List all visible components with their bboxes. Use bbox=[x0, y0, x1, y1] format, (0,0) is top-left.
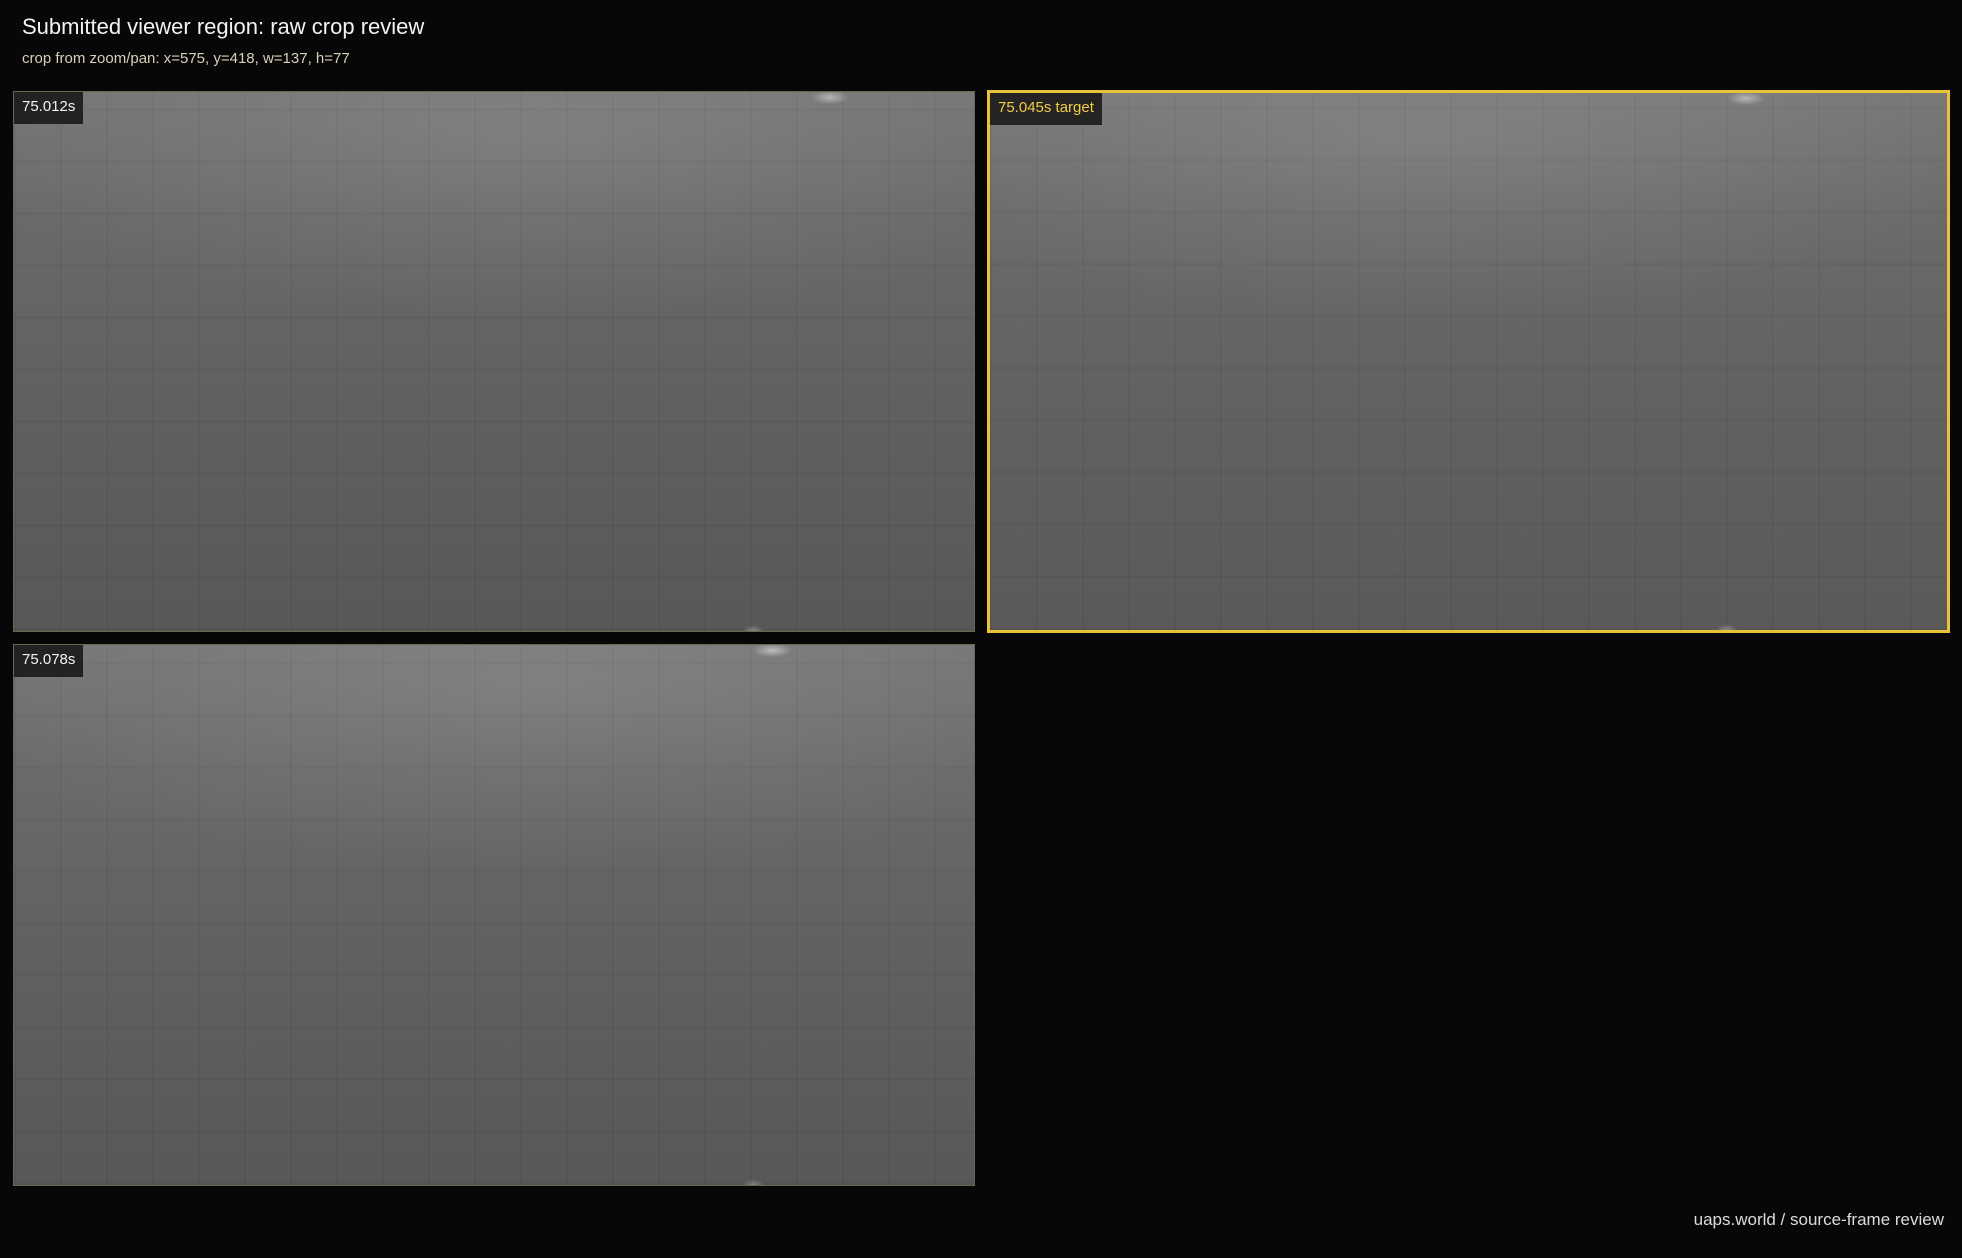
crop-info: crop from zoom/pan: x=575, y=418, w=137,… bbox=[22, 50, 350, 67]
frame-timestamp-label: 75.045s target bbox=[990, 93, 1102, 125]
frame-panel-target[interactable]: 75.045s target bbox=[987, 90, 1950, 633]
frame-timestamp-label: 75.012s bbox=[14, 92, 84, 124]
frame-panel-prev[interactable]: 75.012s bbox=[13, 91, 975, 632]
frame-panel-next[interactable]: 75.078s bbox=[13, 644, 975, 1186]
page-title: Submitted viewer region: raw crop review bbox=[22, 14, 425, 39]
frame-timestamp-label: 75.078s bbox=[14, 645, 84, 677]
source-credit: uaps.world / source-frame review bbox=[1693, 1210, 1944, 1229]
